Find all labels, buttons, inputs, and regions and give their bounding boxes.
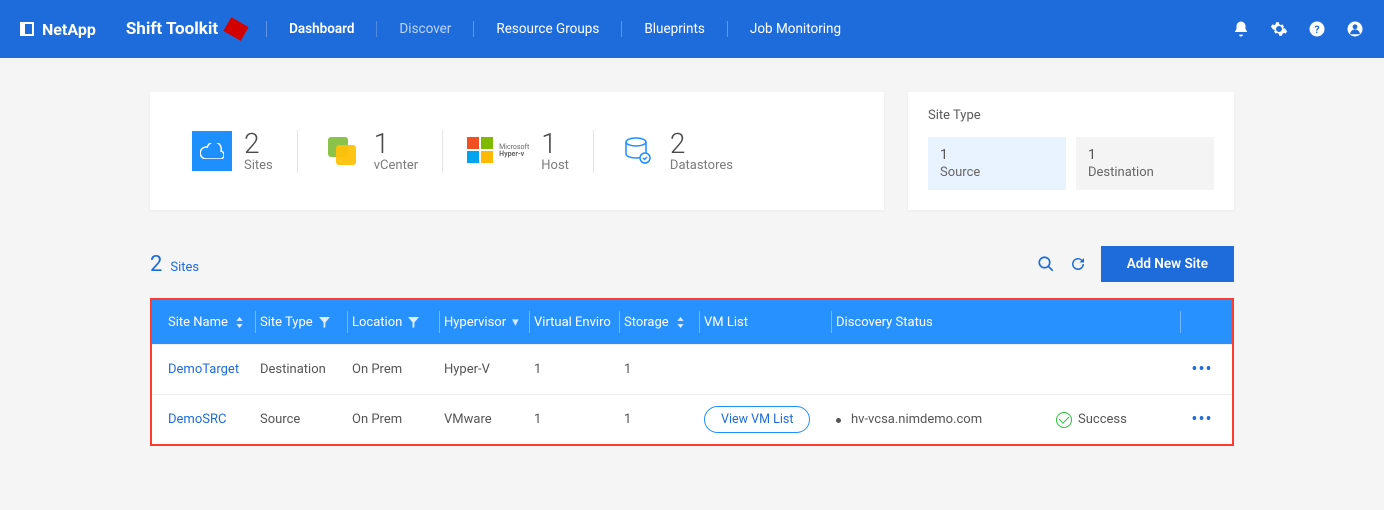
row-menu-icon[interactable]: ••• bbox=[1180, 409, 1220, 430]
sites-count: 2 bbox=[150, 252, 162, 277]
stat-label: vCenter bbox=[374, 158, 418, 173]
row-menu-icon[interactable]: ••• bbox=[1180, 359, 1220, 380]
th-vm-list[interactable]: VM List bbox=[700, 311, 832, 333]
sites-toolbar: 2 Sites Add New Site bbox=[150, 246, 1234, 282]
stat-value: 1 bbox=[374, 130, 418, 158]
stat-vcenter: 1vCenter bbox=[297, 130, 442, 173]
filter-icon bbox=[319, 317, 330, 328]
th-site-type[interactable]: Site Type bbox=[256, 311, 348, 333]
content-area: 2Sites 1vCenter MicrosoftHyper-v 1Host bbox=[0, 58, 1384, 446]
preview-badge bbox=[223, 17, 248, 41]
cell-vm-list: View VM List bbox=[700, 406, 832, 433]
site-type-card: Site Type 1 Source 1 Destination bbox=[908, 92, 1234, 210]
nav-job-monitoring[interactable]: Job Monitoring bbox=[727, 21, 863, 37]
table-row: DemoSRC Source On Prem VMware 1 1 View V… bbox=[152, 394, 1232, 444]
sites-label: Sites bbox=[170, 260, 199, 275]
table-row: DemoTarget Destination On Prem Hyper-V 1… bbox=[152, 344, 1232, 394]
stat-value: 2 bbox=[244, 130, 273, 158]
summary-row: 2Sites 1vCenter MicrosoftHyper-v 1Host bbox=[150, 92, 1234, 210]
site-type-title: Site Type bbox=[928, 108, 1214, 123]
vcenter-icon bbox=[322, 131, 362, 171]
sort-icon bbox=[234, 317, 245, 328]
stat-value: 1 bbox=[541, 130, 569, 158]
success-icon bbox=[1056, 412, 1072, 428]
cell-location: On Prem bbox=[348, 362, 440, 377]
th-discovery-status[interactable]: Discovery Status bbox=[832, 311, 1180, 333]
stats-card: 2Sites 1vCenter MicrosoftHyper-v 1Host bbox=[150, 92, 884, 210]
source-label: Source bbox=[940, 165, 1054, 180]
hyperv-icon: MicrosoftHyper-v bbox=[467, 131, 529, 171]
cell-virtual-env: 1 bbox=[530, 412, 620, 427]
cell-virtual-env: 1 bbox=[530, 362, 620, 377]
table-header-row: Site Name Site Type Location Hypervisor▾… bbox=[152, 300, 1232, 344]
nav-bar: Dashboard Discover Resource Groups Bluep… bbox=[266, 21, 863, 37]
stat-value: 2 bbox=[670, 130, 733, 158]
stat-label: Datastores bbox=[670, 158, 733, 173]
bullet-icon bbox=[836, 418, 841, 423]
add-new-site-button[interactable]: Add New Site bbox=[1101, 246, 1234, 282]
help-icon[interactable]: ? bbox=[1308, 20, 1326, 38]
cell-location: On Prem bbox=[348, 412, 440, 427]
view-vm-list-button[interactable]: View VM List bbox=[704, 406, 810, 433]
cell-hypervisor: VMware bbox=[440, 412, 530, 427]
th-hypervisor[interactable]: Hypervisor▾ bbox=[440, 311, 530, 333]
refresh-icon[interactable] bbox=[1069, 255, 1087, 273]
top-header: NetApp Shift Toolkit Dashboard Discover … bbox=[0, 0, 1384, 58]
sort-icon bbox=[675, 317, 686, 328]
th-site-name[interactable]: Site Name bbox=[164, 311, 256, 333]
cell-site-name[interactable]: DemoSRC bbox=[164, 412, 256, 427]
cell-storage: 1 bbox=[620, 412, 700, 427]
nav-discover[interactable]: Discover bbox=[376, 21, 473, 37]
site-type-destination[interactable]: 1 Destination bbox=[1076, 137, 1214, 190]
destination-label: Destination bbox=[1088, 165, 1202, 180]
stat-label: Sites bbox=[244, 158, 273, 173]
site-type-source[interactable]: 1 Source bbox=[928, 137, 1066, 190]
th-location[interactable]: Location bbox=[348, 311, 440, 333]
nav-blueprints[interactable]: Blueprints bbox=[621, 21, 727, 37]
datastore-icon bbox=[618, 131, 658, 171]
sites-table: Site Name Site Type Location Hypervisor▾… bbox=[150, 298, 1234, 446]
bell-icon[interactable] bbox=[1232, 20, 1250, 38]
th-storage[interactable]: Storage bbox=[620, 311, 700, 333]
gear-icon[interactable] bbox=[1270, 20, 1288, 38]
filter-icon bbox=[408, 317, 419, 328]
cell-status: Success bbox=[1052, 412, 1162, 428]
source-count: 1 bbox=[940, 147, 1054, 163]
cell-site-name[interactable]: DemoTarget bbox=[164, 362, 256, 377]
cell-site-type: Source bbox=[256, 412, 348, 427]
cloud-icon bbox=[192, 131, 232, 171]
user-icon[interactable] bbox=[1346, 20, 1364, 38]
app-title: Shift Toolkit bbox=[126, 19, 218, 39]
cell-hypervisor: Hyper-V bbox=[440, 362, 530, 377]
header-actions: ? bbox=[1232, 20, 1364, 38]
nav-dashboard[interactable]: Dashboard bbox=[266, 21, 376, 37]
nav-resource-groups[interactable]: Resource Groups bbox=[473, 21, 621, 37]
cell-site-type: Destination bbox=[256, 362, 348, 377]
cell-storage: 1 bbox=[620, 362, 700, 377]
stat-sites: 2Sites bbox=[168, 130, 297, 173]
th-virtual-env[interactable]: Virtual Environ bbox=[530, 311, 620, 333]
stat-label: Host bbox=[541, 158, 569, 173]
netapp-icon bbox=[20, 22, 34, 36]
stat-host: MicrosoftHyper-v 1Host bbox=[442, 130, 593, 173]
stat-datastores: 2Datastores bbox=[593, 130, 757, 173]
svg-text:?: ? bbox=[1314, 23, 1319, 36]
brand-logo: NetApp bbox=[20, 20, 96, 39]
brand-text: NetApp bbox=[42, 20, 96, 39]
cell-discovery: hv-vcsa.nimdemo.com bbox=[832, 412, 1052, 427]
search-icon[interactable] bbox=[1037, 255, 1055, 273]
destination-count: 1 bbox=[1088, 147, 1202, 163]
